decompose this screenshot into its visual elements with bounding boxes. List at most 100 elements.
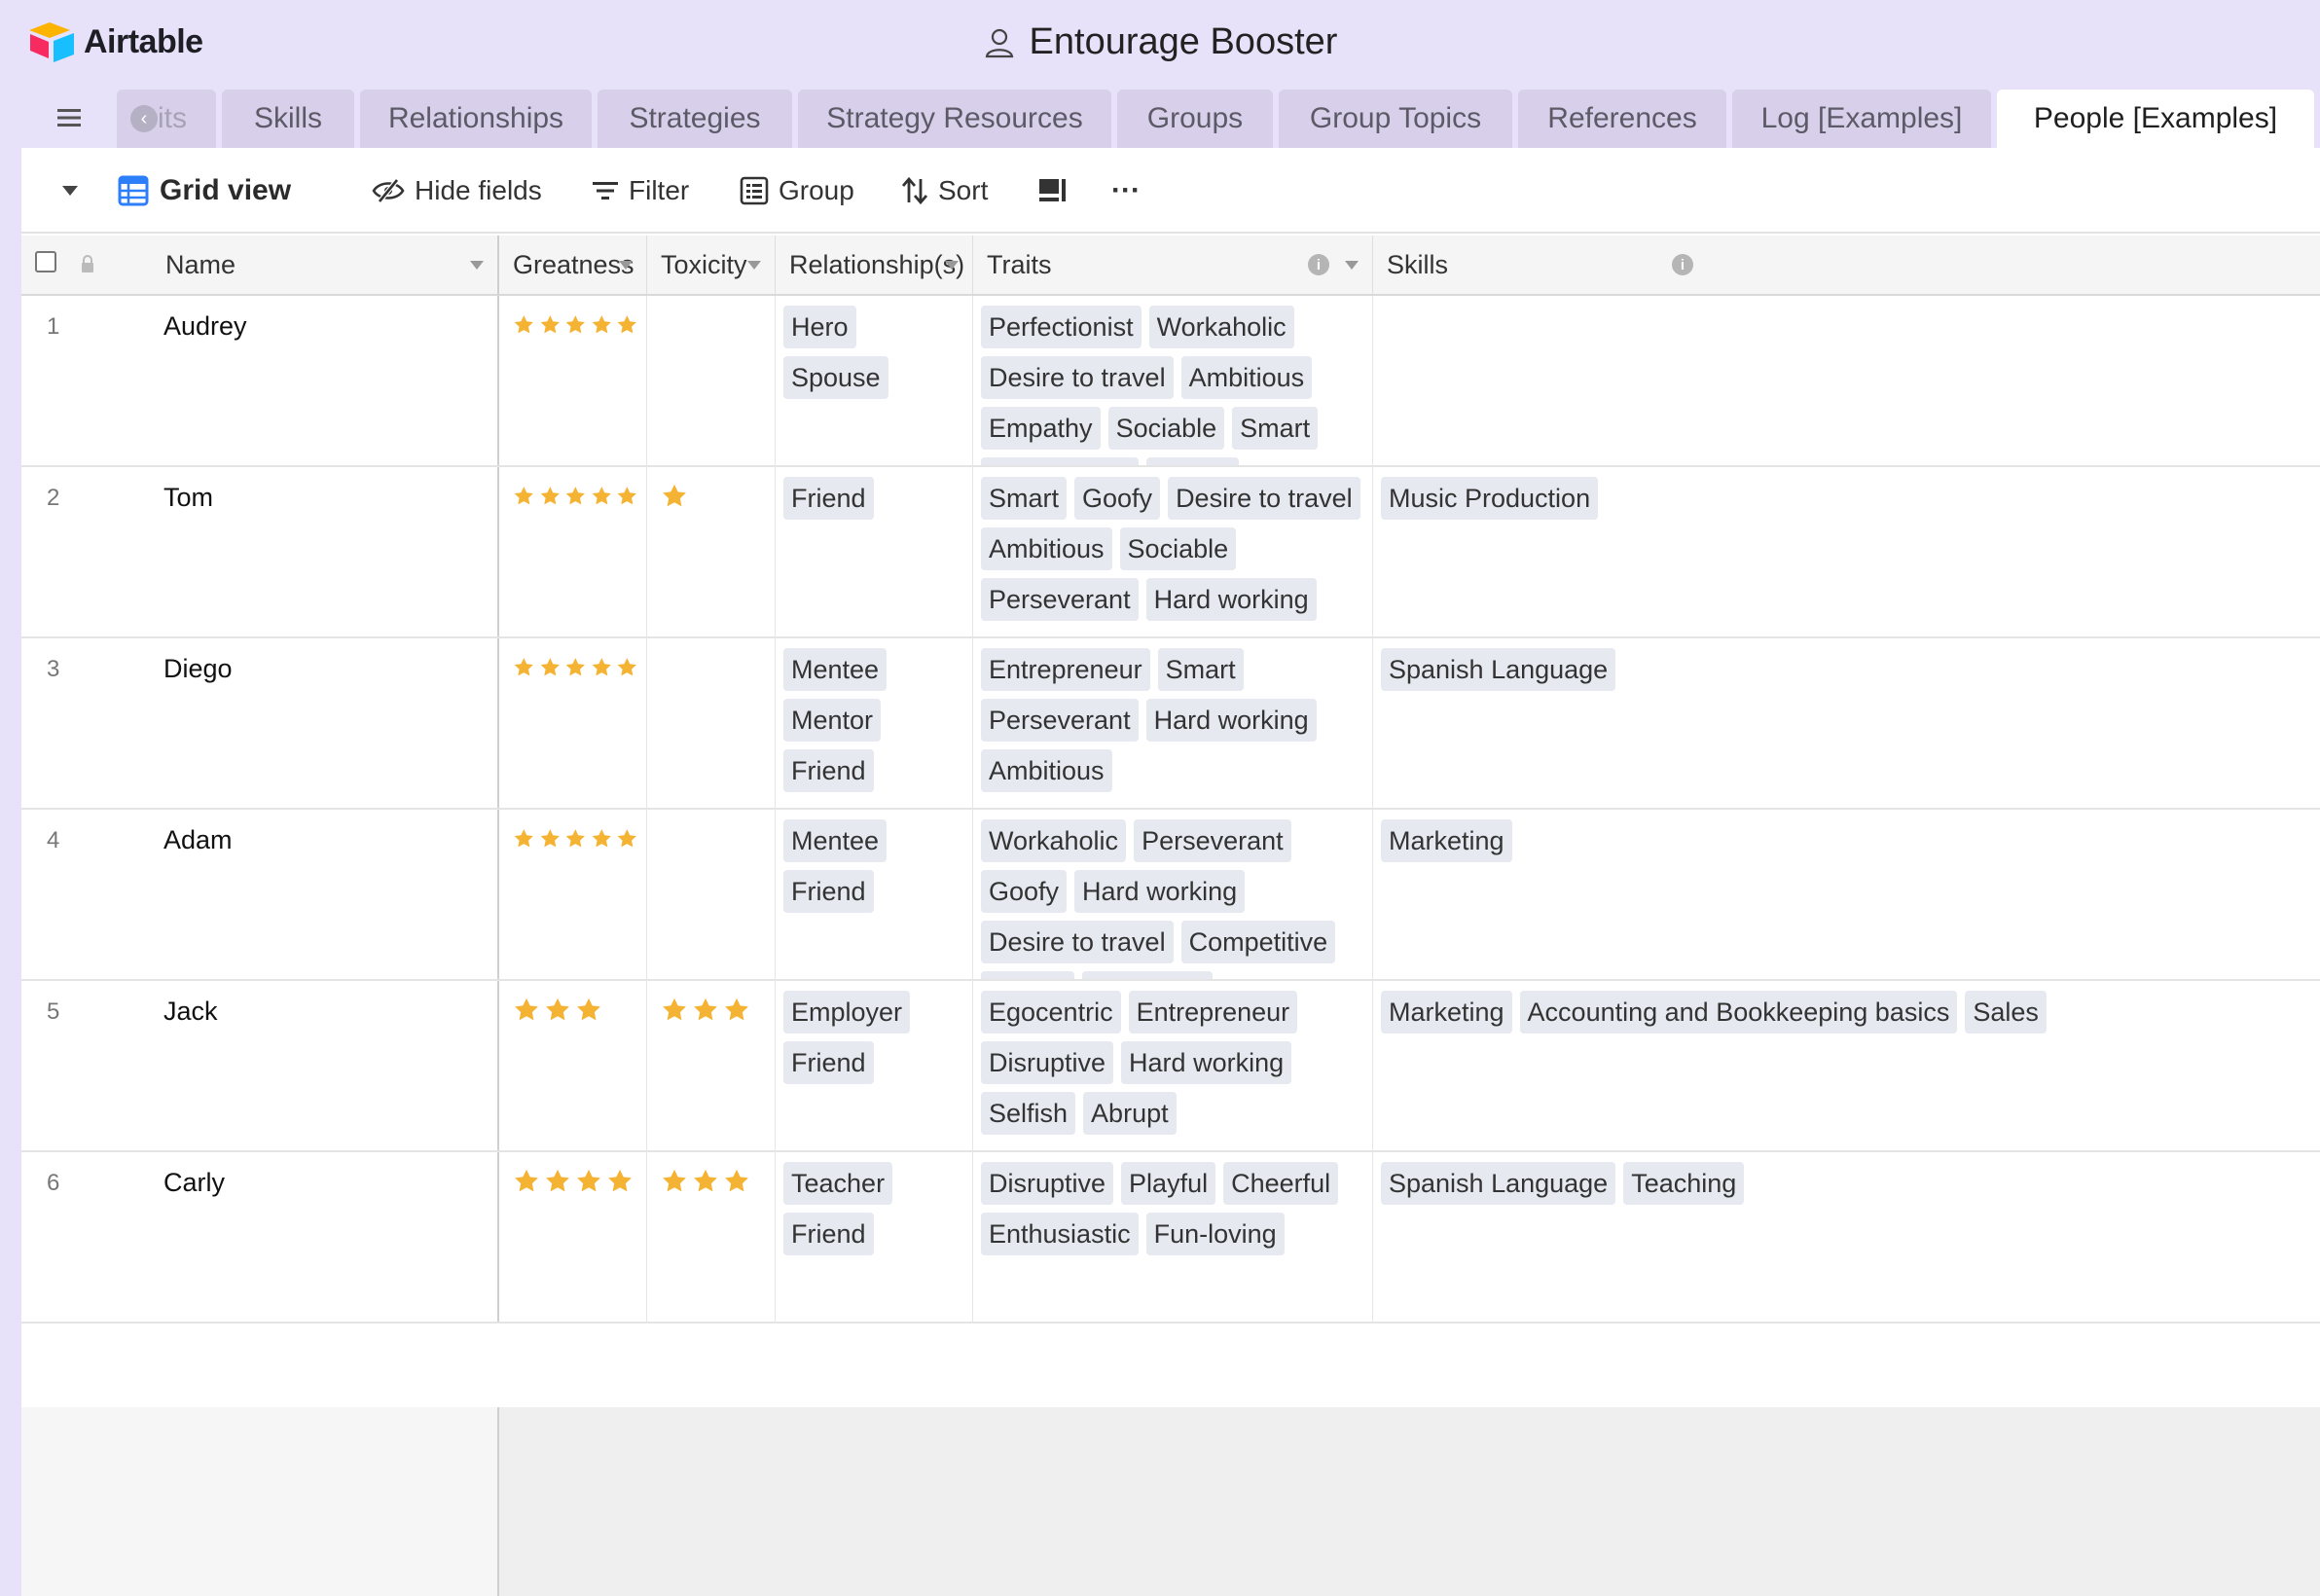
linked-record-chip[interactable]: Friend bbox=[783, 477, 874, 520]
scroll-tabs-left-button[interactable]: ‹ bbox=[130, 105, 158, 132]
table-row[interactable]: 5 Jack Employer Friend Egocentric Entrepreneu… bbox=[21, 981, 2320, 1152]
linked-record-chip[interactable]: Spanish Language bbox=[1381, 648, 1616, 691]
linked-record-chip[interactable]: Perseverant bbox=[1134, 819, 1291, 862]
star-icon[interactable] bbox=[513, 997, 540, 1024]
group-button[interactable]: Group bbox=[740, 148, 854, 234]
table-row[interactable]: 3 Diego Mentee Mentor Friend Entrepreneur Smar… bbox=[21, 638, 2320, 810]
linked-record-chip[interactable]: Selfish bbox=[981, 1092, 1076, 1135]
traits-cell[interactable]: Smart Goofy Desire to travel Ambitious Socia… bbox=[973, 467, 1373, 636]
star-icon[interactable] bbox=[539, 654, 562, 681]
table-row[interactable]: 4 Adam Mentee Friend Workaholic Perseverant Go… bbox=[21, 810, 2320, 981]
linked-record-chip[interactable]: Smart bbox=[1157, 648, 1244, 691]
skills-cell[interactable]: Marketing Accounting and Bookkeeping basi… bbox=[1373, 981, 2320, 1150]
star-icon[interactable] bbox=[661, 483, 688, 510]
more-options-button[interactable]: ··· bbox=[1111, 148, 1141, 234]
star-icon[interactable] bbox=[564, 825, 587, 852]
skills-cell[interactable]: Spanish Language Teaching bbox=[1373, 1152, 2320, 1322]
hamburger-icon[interactable] bbox=[54, 103, 84, 132]
linked-record-chip[interactable]: Hard working bbox=[1145, 578, 1317, 621]
name-cell[interactable]: 5 Jack bbox=[21, 981, 499, 1150]
linked-record-chip[interactable]: Competitive bbox=[1180, 921, 1336, 963]
tab-skills[interactable]: Skills bbox=[222, 90, 354, 148]
name-cell[interactable]: 3 Diego bbox=[21, 638, 499, 808]
column-menu-caret-icon[interactable] bbox=[1345, 261, 1359, 270]
star-icon[interactable] bbox=[564, 483, 587, 510]
linked-record-chip[interactable]: Caring bbox=[1145, 457, 1240, 465]
linked-record-chip[interactable]: Sociable bbox=[1107, 407, 1225, 450]
linked-record-chip[interactable]: Goofy bbox=[981, 870, 1068, 913]
star-icon[interactable] bbox=[539, 483, 562, 510]
tab-log-examples[interactable]: Log [Examples] bbox=[1732, 90, 1991, 148]
info-icon[interactable]: i bbox=[1308, 254, 1329, 275]
linked-record-chip[interactable]: Ambitious bbox=[981, 749, 1112, 792]
linked-record-chip[interactable]: Goofy bbox=[1074, 477, 1161, 520]
select-all-checkbox[interactable] bbox=[35, 251, 56, 272]
star-icon[interactable] bbox=[723, 1168, 750, 1195]
linked-record-chip[interactable]: Teaching bbox=[1623, 1162, 1745, 1205]
table-row[interactable]: 1 Audrey Hero Spouse Perfectionist Workaholic… bbox=[21, 296, 2320, 467]
hide-fields-button[interactable]: Hide fields bbox=[372, 148, 542, 234]
linked-record-chip[interactable]: Hard working bbox=[1121, 1041, 1292, 1084]
star-icon[interactable] bbox=[513, 483, 535, 510]
toxicity-rating[interactable] bbox=[655, 1162, 767, 1195]
skills-cell[interactable]: Marketing bbox=[1373, 810, 2320, 979]
toxicity-cell[interactable] bbox=[647, 638, 776, 808]
linked-record-chip[interactable]: Ambitious bbox=[1180, 356, 1313, 399]
star-icon[interactable] bbox=[591, 654, 613, 681]
linked-record-chip[interactable]: Spouse bbox=[783, 356, 888, 399]
linked-record-chip[interactable]: Workaholic bbox=[981, 819, 1127, 862]
name-cell[interactable]: 2 Tom bbox=[21, 467, 499, 636]
relationships-cell[interactable]: Employer Friend bbox=[776, 981, 973, 1150]
linked-record-chip[interactable]: Desire to travel bbox=[981, 921, 1174, 963]
star-icon[interactable] bbox=[692, 1168, 719, 1195]
column-menu-caret-icon[interactable] bbox=[747, 261, 761, 270]
name-cell[interactable]: 4 Adam bbox=[21, 810, 499, 979]
skills-cell[interactable]: Spanish Language bbox=[1373, 638, 2320, 808]
star-icon[interactable] bbox=[692, 997, 719, 1024]
linked-record-chip[interactable]: Abrupt bbox=[1083, 1092, 1177, 1135]
relationships-cell[interactable]: Hero Spouse bbox=[776, 296, 973, 465]
base-title[interactable]: Entourage Booster bbox=[0, 21, 2320, 63]
star-icon[interactable] bbox=[723, 997, 750, 1024]
column-header-greatness[interactable]: Greatness bbox=[499, 236, 647, 294]
relationships-cell[interactable]: Friend bbox=[776, 467, 973, 636]
star-icon[interactable] bbox=[616, 825, 638, 852]
star-icon[interactable] bbox=[606, 1168, 634, 1195]
relationships-cell[interactable]: Mentee Friend bbox=[776, 810, 973, 979]
linked-record-chip[interactable]: Marketing bbox=[1381, 819, 1512, 862]
star-icon[interactable] bbox=[513, 1168, 540, 1195]
linked-record-chip[interactable]: Friend bbox=[783, 749, 874, 792]
linked-record-chip[interactable]: Entrepreneur bbox=[1128, 991, 1298, 1034]
grid-empty-area-right[interactable] bbox=[499, 1407, 2320, 1596]
linked-record-chip[interactable]: Friend bbox=[783, 870, 874, 913]
toxicity-cell[interactable] bbox=[647, 810, 776, 979]
linked-record-chip[interactable]: Smart bbox=[1232, 407, 1319, 450]
linked-record-chip[interactable]: Hard working bbox=[1074, 870, 1246, 913]
linked-record-chip[interactable]: Disruptive bbox=[981, 1162, 1114, 1205]
greatness-rating[interactable] bbox=[507, 648, 638, 681]
linked-record-chip[interactable]: Enthusiastic bbox=[981, 1213, 1139, 1255]
filter-button[interactable]: Filter bbox=[592, 148, 689, 234]
traits-cell[interactable]: Entrepreneur Smart Perseverant Hard working… bbox=[973, 638, 1373, 808]
toxicity-cell[interactable] bbox=[647, 1152, 776, 1322]
greatness-cell[interactable] bbox=[499, 1152, 647, 1322]
star-icon[interactable] bbox=[575, 1168, 602, 1195]
linked-record-chip[interactable]: Caring bbox=[981, 971, 1074, 979]
linked-record-chip[interactable]: Spanish Language bbox=[1381, 1162, 1616, 1205]
star-icon[interactable] bbox=[544, 997, 571, 1024]
linked-record-chip[interactable]: Employer bbox=[783, 991, 911, 1034]
linked-record-chip[interactable]: Entrepreneur bbox=[981, 648, 1150, 691]
relationships-cell[interactable]: Teacher Friend bbox=[776, 1152, 973, 1322]
star-icon[interactable] bbox=[616, 311, 638, 339]
linked-record-chip[interactable]: Perseverant bbox=[981, 578, 1139, 621]
star-icon[interactable] bbox=[616, 654, 638, 681]
linked-record-chip[interactable]: Marketing bbox=[1381, 991, 1512, 1034]
star-icon[interactable] bbox=[544, 1168, 571, 1195]
name-cell[interactable]: 6 Carly bbox=[21, 1152, 499, 1322]
linked-record-chip[interactable]: Friend bbox=[783, 1213, 874, 1255]
greatness-rating[interactable] bbox=[507, 1162, 638, 1195]
star-icon[interactable] bbox=[591, 311, 613, 339]
linked-record-chip[interactable]: Hard working bbox=[1145, 699, 1317, 742]
star-icon[interactable] bbox=[661, 997, 688, 1024]
linked-record-chip[interactable]: Disruptive bbox=[981, 1041, 1114, 1084]
